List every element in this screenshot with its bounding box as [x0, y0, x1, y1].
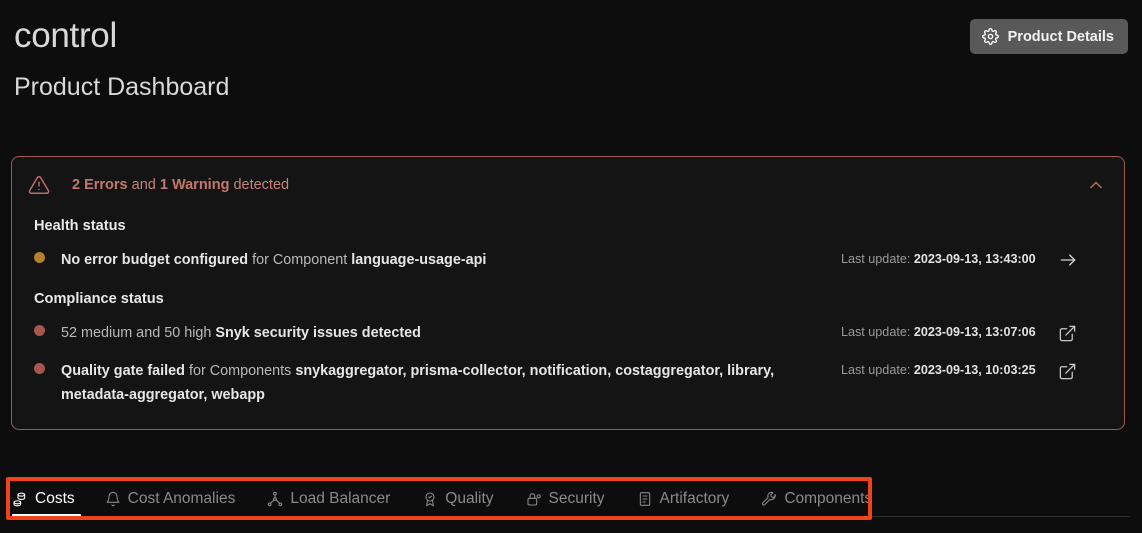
wrench-icon: [761, 491, 777, 507]
severity-bullet-red: [34, 325, 45, 336]
dashboard-tabbar: Costs Cost Anomalies Load Balancer Quali…: [0, 477, 1142, 521]
last-update-label: Last update:: [841, 252, 914, 266]
alert-row-meta: Last update: 2023-09-13, 13:07:06: [841, 323, 1078, 343]
app-title: control: [14, 16, 117, 55]
tabs-list: Costs Cost Anomalies Load Balancer Quali…: [0, 481, 904, 517]
tab-costs[interactable]: Costs: [12, 490, 81, 517]
alert-summary-text: 2 Errors and 1 Warning detected: [72, 175, 289, 195]
page-header: control Product Dashboard Product Detail…: [0, 0, 1142, 105]
row-bold-1: No error budget configured: [61, 252, 249, 268]
lock-shield-icon: [526, 491, 542, 507]
alert-banner: 2 Errors and 1 Warning detected Health s…: [11, 156, 1125, 430]
row-bold-2: language-usage-api: [351, 252, 487, 268]
alert-row-meta: Last update: 2023-09-13, 10:03:25: [841, 361, 1078, 381]
last-update: Last update: 2023-09-13, 13:07:06: [841, 323, 1036, 341]
alert-row-open-external-button[interactable]: [1058, 361, 1078, 381]
row-plain-1: for Components: [184, 363, 296, 379]
alert-row-navigate-button[interactable]: [1058, 250, 1078, 270]
section-title-health: Health status: [34, 218, 126, 234]
severity-bullet-red: [34, 363, 45, 374]
row-bold-1: Quality gate failed: [61, 363, 185, 379]
summary-suffix: detected: [229, 177, 290, 193]
collapse-banner-button[interactable]: [1082, 171, 1110, 199]
alert-row-compliance-1[interactable]: Quality gate failed for Components snyka…: [12, 359, 1124, 407]
external-link-icon: [1058, 362, 1077, 381]
errors-count: 2 Errors: [72, 177, 128, 193]
row-bold-1: Snyk security issues detected: [215, 325, 421, 341]
tab-label: Load Balancer: [290, 490, 391, 507]
last-update-value: 2023-09-13, 13:43:00: [913, 252, 1036, 266]
last-update: Last update: 2023-09-13, 10:03:25: [841, 361, 1036, 379]
tab-components[interactable]: Components: [761, 490, 886, 517]
alert-row-health-0[interactable]: No error budget configured for Component…: [12, 248, 1124, 272]
product-details-button[interactable]: Product Details: [969, 19, 1128, 54]
tab-label: Security: [548, 490, 605, 507]
tab-artifactory[interactable]: Artifactory: [637, 490, 744, 517]
tab-cost-anomalies[interactable]: Cost Anomalies: [105, 490, 250, 517]
alert-banner-header: 2 Errors and 1 Warning detected: [12, 171, 1124, 199]
bell-icon: [105, 491, 121, 507]
summary-conjunction: and: [127, 177, 160, 193]
product-dashboard-page: control Product Dashboard Product Detail…: [0, 0, 1142, 533]
coins-icon: [12, 491, 28, 507]
tab-quality[interactable]: Quality: [422, 490, 507, 517]
tab-label: Artifactory: [659, 490, 730, 507]
tab-label: Quality: [445, 490, 494, 507]
chevron-up-icon: [1086, 181, 1106, 198]
row-plain-1: for Component: [248, 252, 352, 268]
tab-security[interactable]: Security: [526, 490, 619, 517]
tab-label: Components: [784, 490, 873, 507]
row-plain-1: 52 medium and 50 high: [61, 325, 216, 341]
last-update: Last update: 2023-09-13, 13:43:00: [841, 250, 1036, 268]
last-update-label: Last update:: [841, 363, 914, 377]
alert-row-open-external-button[interactable]: [1058, 323, 1078, 343]
last-update-value: 2023-09-13, 10:03:25: [913, 363, 1036, 377]
alert-row-text: Quality gate failed for Components snyka…: [61, 359, 841, 407]
section-title-compliance: Compliance status: [34, 291, 164, 307]
warning-triangle-icon: [28, 174, 50, 196]
alert-row-meta: Last update: 2023-09-13, 13:43:00: [841, 250, 1078, 270]
arrow-right-icon: [1058, 250, 1078, 270]
tab-load-balancer[interactable]: Load Balancer: [267, 490, 404, 517]
network-nodes-icon: [267, 491, 283, 507]
award-badge-icon: [422, 491, 438, 507]
warnings-count: 1 Warning: [159, 177, 230, 193]
page-title: Product Dashboard: [14, 73, 230, 101]
tab-label: Costs: [35, 490, 75, 507]
tab-label: Cost Anomalies: [127, 490, 236, 507]
last-update-label: Last update:: [841, 325, 914, 339]
external-link-icon: [1058, 324, 1077, 343]
alert-row-text: No error budget configured for Component…: [61, 248, 841, 272]
document-icon: [637, 491, 653, 507]
severity-bullet-amber: [34, 252, 45, 263]
last-update-value: 2023-09-13, 13:07:06: [913, 325, 1036, 339]
gear-icon: [981, 28, 999, 45]
alert-row-text: 52 medium and 50 high Snyk security issu…: [61, 321, 841, 345]
product-details-label: Product Details: [1007, 28, 1114, 45]
alert-row-compliance-0[interactable]: 52 medium and 50 high Snyk security issu…: [12, 321, 1124, 345]
